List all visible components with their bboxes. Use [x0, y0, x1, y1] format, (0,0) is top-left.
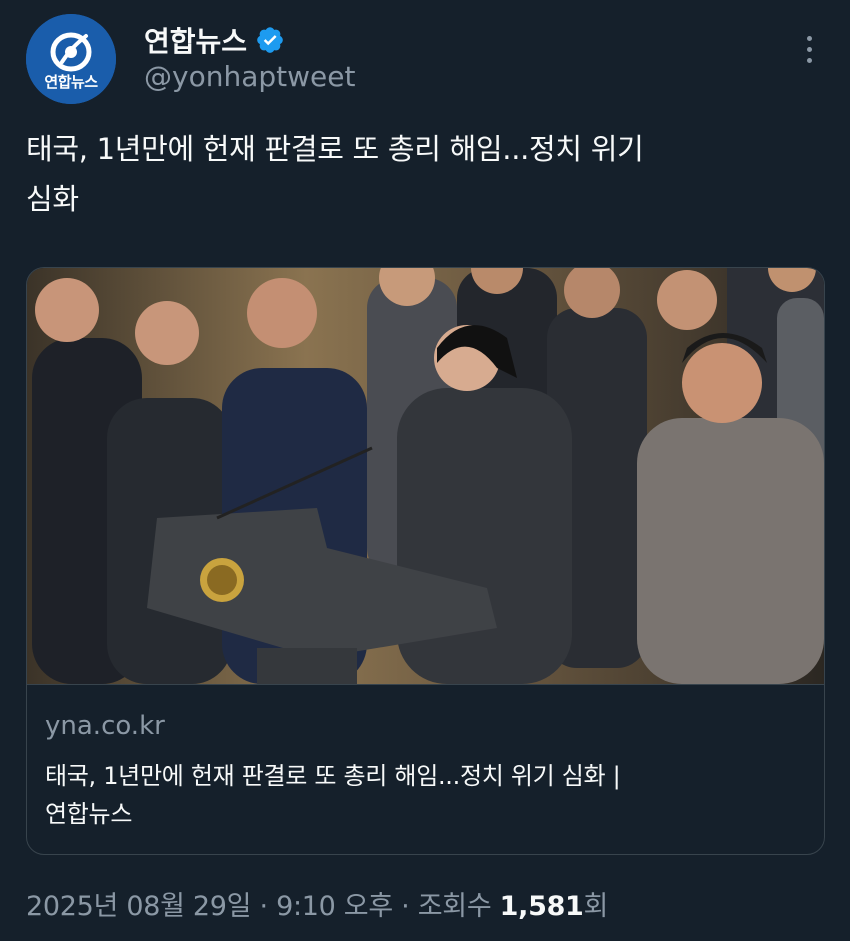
tweet-footer: 2025년 08월 29일 · 9:10 오후 · 조회수 1,581회	[26, 884, 608, 923]
card-image[interactable]	[27, 268, 824, 684]
card-title-line: 태국, 1년만에 헌재 판결로 또 총리 해임...정치 위기 심화 |	[45, 762, 621, 790]
link-card[interactable]: yna.co.kr 태국, 1년만에 헌재 판결로 또 총리 해임...정치 위…	[26, 267, 825, 855]
tweet-header: 연합뉴스 연합뉴스 @yonhaptweet	[26, 14, 824, 104]
tweet-page: 연합뉴스 연합뉴스 @yonhaptweet 태국, 1년만에 헌재 판결로 또…	[0, 0, 850, 941]
card-title: 태국, 1년만에 헌재 판결로 또 총리 해임...정치 위기 심화 | 연합뉴…	[45, 757, 805, 833]
more-options-icon[interactable]	[804, 36, 814, 70]
verified-badge-icon	[257, 27, 283, 53]
account-handle[interactable]: @yonhaptweet	[144, 60, 355, 93]
tweet-time[interactable]: 9:10 오후	[276, 891, 393, 922]
separator-dot: ·	[392, 891, 418, 922]
avatar-label: 연합뉴스	[44, 73, 98, 91]
card-domain: yna.co.kr	[45, 711, 165, 741]
card-title-line: 연합뉴스	[45, 800, 133, 828]
name-row: 연합뉴스	[144, 20, 285, 60]
tweet-date[interactable]: 2025년 08월 29일	[26, 891, 252, 922]
views-count: 1,581	[499, 891, 584, 922]
avatar[interactable]: 연합뉴스	[26, 14, 116, 104]
tweet-text: 태국, 1년만에 헌재 판결로 또 총리 해임...정치 위기 심화	[26, 124, 816, 224]
tweet-text-line: 심화	[26, 182, 79, 216]
tweet-text-line: 태국, 1년만에 헌재 판결로 또 총리 해임...정치 위기	[26, 132, 644, 166]
views-label: 조회수	[417, 891, 500, 922]
separator-dot: ·	[251, 891, 277, 922]
card-meta[interactable]: yna.co.kr 태국, 1년만에 헌재 판결로 또 총리 해임...정치 위…	[27, 684, 824, 854]
press-conference-photo	[27, 268, 824, 684]
views-suffix: 회	[583, 891, 609, 922]
display-name[interactable]: 연합뉴스	[144, 20, 247, 60]
